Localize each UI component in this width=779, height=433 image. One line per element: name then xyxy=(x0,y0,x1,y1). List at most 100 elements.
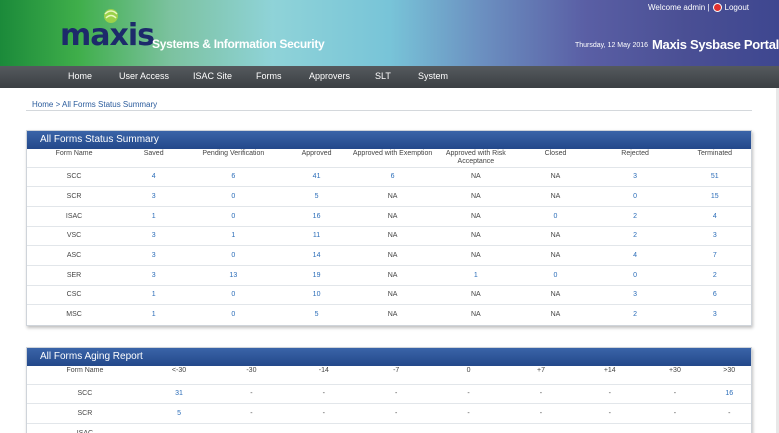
count-cell xyxy=(142,422,216,433)
aging-report-panel: All Forms Aging Report Form Name <-30 -30 -… xyxy=(26,347,752,433)
logout-icon[interactable] xyxy=(712,3,722,12)
welcome-text: Welcome admin | xyxy=(648,3,710,12)
count-cell[interactable]: 3 xyxy=(121,225,187,246)
form-name-cell: ISAC xyxy=(27,422,143,433)
count-cell[interactable]: 3 xyxy=(591,166,679,187)
nav-user-access[interactable]: User Access xyxy=(119,71,169,81)
count-cell: NA xyxy=(432,304,520,325)
count-cell[interactable]: 1 xyxy=(121,304,187,325)
count-cell[interactable]: 51 xyxy=(678,166,751,187)
count-cell: NA xyxy=(352,304,433,325)
count-cell: - xyxy=(360,383,433,404)
count-cell[interactable]: 41 xyxy=(280,166,353,187)
nav-slt[interactable]: SLT xyxy=(375,71,391,81)
count-cell[interactable]: 16 xyxy=(280,205,353,227)
table-row: SCR 5- - - - - - - - xyxy=(27,403,751,424)
count-cell[interactable]: 16 xyxy=(707,383,751,404)
divider xyxy=(26,110,752,111)
site-title: Systems & Information Security xyxy=(152,37,325,51)
count-cell[interactable]: 3 xyxy=(591,284,679,305)
logout-link[interactable]: Logout xyxy=(725,3,749,12)
count-cell: - xyxy=(504,383,578,404)
count-cell: - xyxy=(642,383,708,404)
count-cell: - xyxy=(432,383,505,404)
count-cell: NA xyxy=(432,166,520,187)
count-cell[interactable]: 0 xyxy=(186,284,281,305)
count-cell[interactable]: 10 xyxy=(280,284,353,305)
table-row: SCC 31- - - - - - -16 xyxy=(27,383,751,404)
nav-approvers[interactable]: Approvers xyxy=(309,71,350,81)
count-cell[interactable]: 0 xyxy=(591,186,679,207)
count-cell[interactable]: 5 xyxy=(142,403,216,424)
form-name-cell: VSC xyxy=(27,225,122,246)
table-row: ASC 3 0 14 NA NA NA 4 7 xyxy=(27,245,751,266)
count-cell[interactable]: 14 xyxy=(280,245,353,266)
count-cell[interactable]: 0 xyxy=(186,205,281,227)
count-cell[interactable]: 7 xyxy=(678,245,751,266)
count-cell[interactable]: 2 xyxy=(591,205,679,227)
count-cell[interactable]: 6 xyxy=(678,284,751,305)
nav-home[interactable]: Home xyxy=(68,71,92,81)
count-cell[interactable]: 0 xyxy=(186,245,281,266)
count-cell: - xyxy=(215,383,288,404)
count-cell[interactable]: 5 xyxy=(280,186,353,207)
count-cell[interactable]: 13 xyxy=(186,264,281,286)
count-cell[interactable]: 4 xyxy=(121,166,187,187)
count-cell xyxy=(432,422,505,433)
count-cell[interactable]: 1 xyxy=(186,225,281,246)
count-cell[interactable]: 2 xyxy=(678,264,751,286)
column-header: Approved xyxy=(301,150,332,157)
column-header: Saved xyxy=(143,150,164,157)
count-cell[interactable]: 3 xyxy=(121,245,187,266)
count-cell[interactable]: 5 xyxy=(280,304,353,325)
count-cell: NA xyxy=(432,225,520,246)
count-cell: NA xyxy=(352,284,433,305)
count-cell: - xyxy=(287,403,360,424)
count-cell[interactable]: 0 xyxy=(519,264,592,286)
count-cell: NA xyxy=(432,205,520,227)
count-cell[interactable]: 2 xyxy=(591,304,679,325)
count-cell[interactable]: 2 xyxy=(591,225,679,246)
count-cell[interactable]: 0 xyxy=(186,186,281,207)
column-header: Terminated xyxy=(697,150,733,157)
form-name-cell: SCC xyxy=(27,383,143,404)
logo-text[interactable]: maxis xyxy=(60,18,155,53)
count-cell: NA xyxy=(519,304,592,325)
count-cell[interactable]: 4 xyxy=(678,205,751,227)
count-cell: NA xyxy=(352,186,433,207)
nav-forms[interactable]: Forms xyxy=(256,71,282,81)
count-cell[interactable]: 11 xyxy=(280,225,353,246)
table-row: SER 3 13 19 NA 1 0 0 2 xyxy=(27,264,751,286)
user-menu: Welcome admin | Logout xyxy=(648,3,749,12)
nav-isac-site[interactable]: ISAC Site xyxy=(193,71,232,81)
count-cell[interactable]: 1 xyxy=(121,284,187,305)
count-cell[interactable]: 15 xyxy=(678,186,751,207)
count-cell xyxy=(504,422,578,433)
column-header: Approved with Exemption xyxy=(352,150,433,157)
current-date: Thursday, 12 May 2016 xyxy=(575,42,649,49)
count-cell[interactable]: 6 xyxy=(352,166,433,187)
column-header: -14 xyxy=(318,367,329,374)
count-cell[interactable]: 6 xyxy=(186,166,281,187)
count-cell: NA xyxy=(519,225,592,246)
column-header: Pending Verification xyxy=(202,150,265,157)
count-cell[interactable]: 3 xyxy=(678,304,751,325)
count-cell[interactable]: 19 xyxy=(280,264,353,286)
form-name-cell: ISAC xyxy=(27,205,122,227)
count-cell[interactable]: 3 xyxy=(121,264,187,286)
count-cell[interactable]: 31 xyxy=(142,383,216,404)
table-row: SCR 3 0 5 NA NA NA 0 15 xyxy=(27,186,751,207)
nav-system[interactable]: System xyxy=(418,71,448,81)
breadcrumb[interactable]: Home > All Forms Status Summary xyxy=(32,100,157,109)
count-cell[interactable]: 4 xyxy=(591,245,679,266)
count-cell[interactable]: 0 xyxy=(519,205,592,227)
count-cell[interactable]: 1 xyxy=(432,264,520,286)
count-cell[interactable]: 3 xyxy=(121,186,187,207)
header-banner: maxis Systems & Information Security Wel… xyxy=(0,0,779,66)
count-cell[interactable]: 0 xyxy=(591,264,679,286)
count-cell[interactable]: 3 xyxy=(678,225,751,246)
count-cell: - xyxy=(707,403,751,424)
count-cell xyxy=(577,422,643,433)
count-cell[interactable]: 0 xyxy=(186,304,281,325)
count-cell[interactable]: 1 xyxy=(121,205,187,227)
